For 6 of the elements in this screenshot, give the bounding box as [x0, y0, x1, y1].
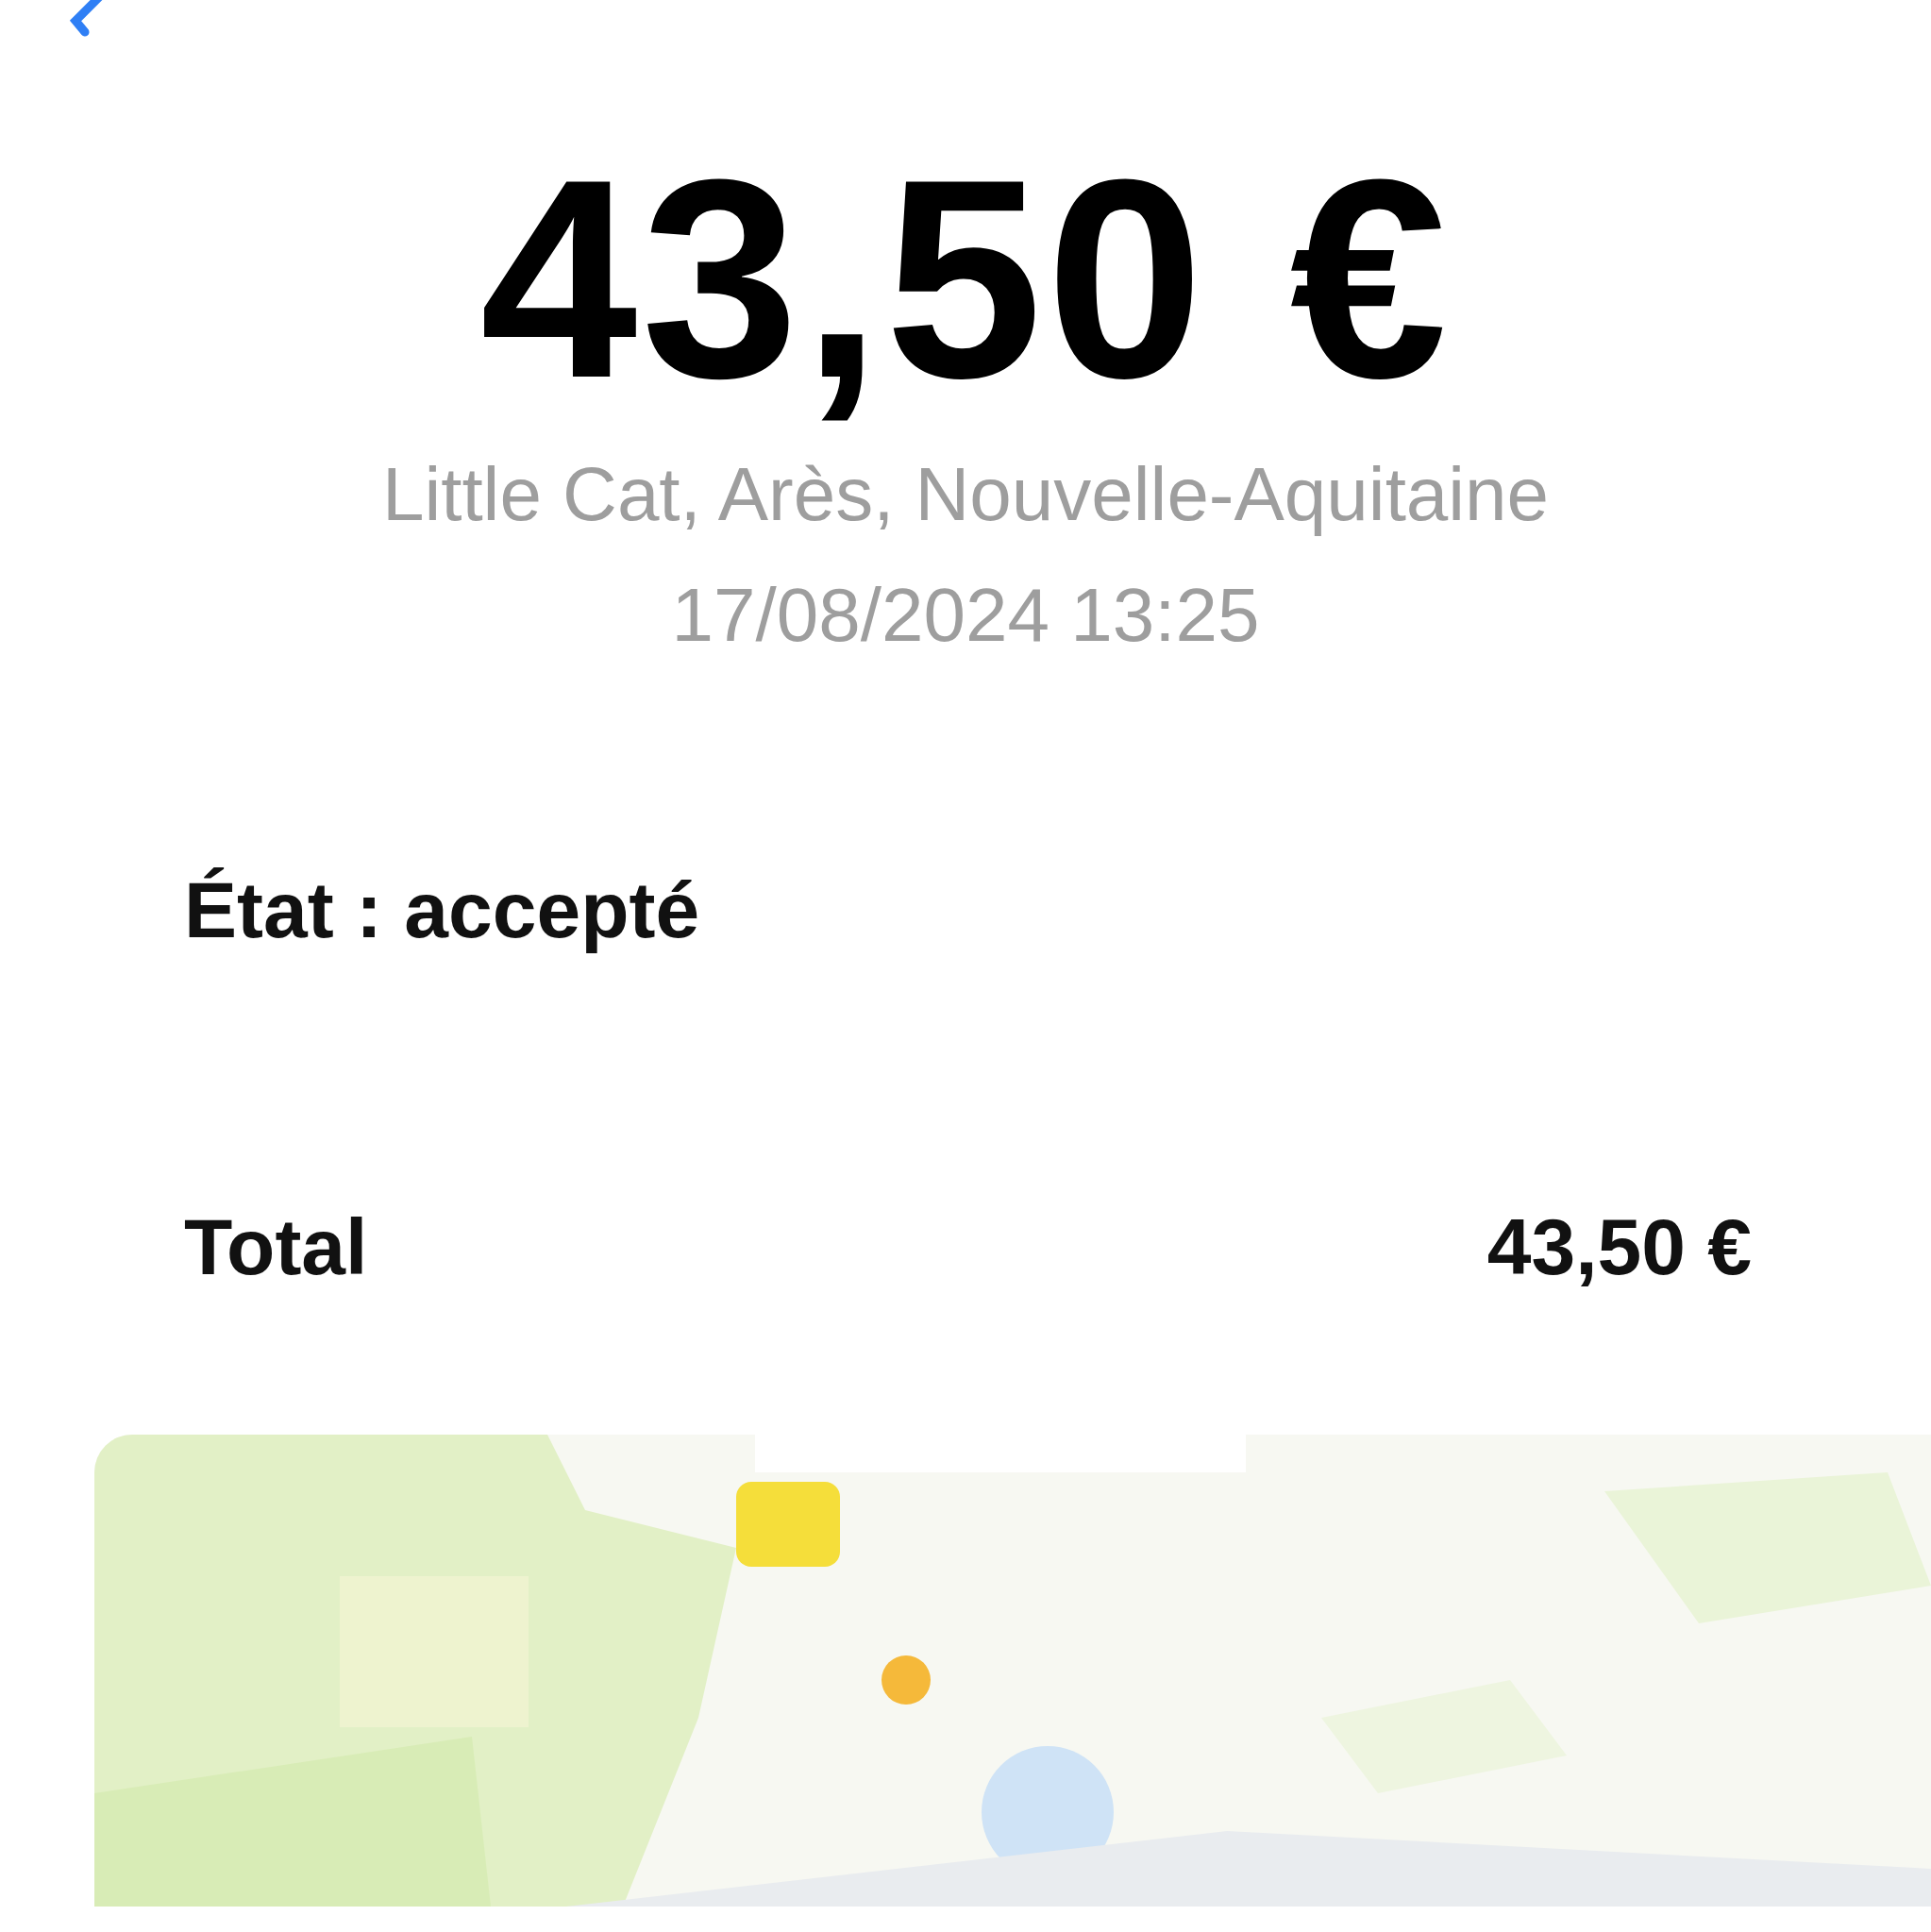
location: Little Cat, Arès, Nouvelle-Aquitaine [381, 451, 1550, 538]
amount: 43,50 € [479, 123, 1452, 434]
total-value: 43,50 € [1486, 1201, 1752, 1293]
status-label: État : accepté [184, 865, 700, 956]
date-time: 17/08/2024 13:25 [671, 572, 1260, 659]
total-label: Total [184, 1201, 368, 1293]
